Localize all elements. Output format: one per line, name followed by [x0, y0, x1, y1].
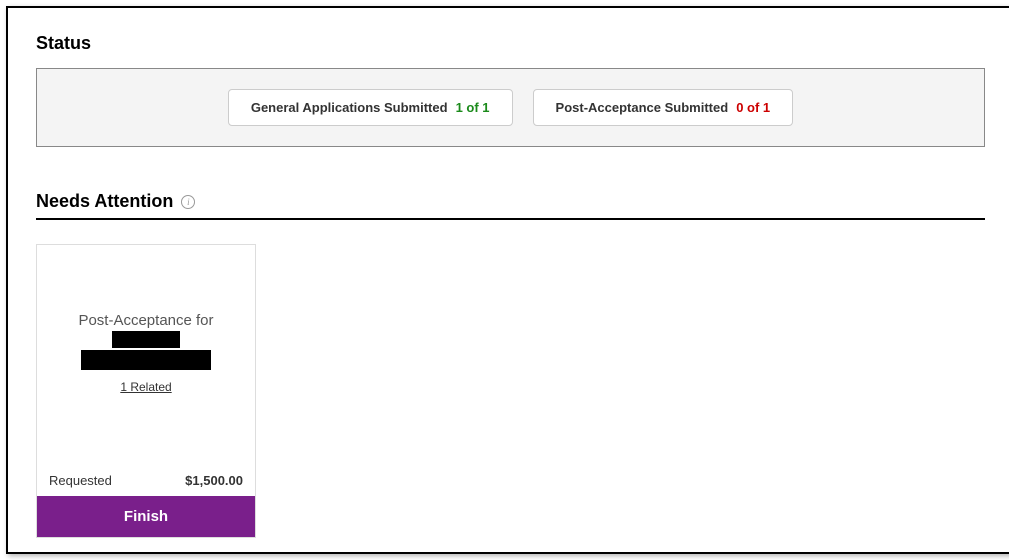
page-container: Status General Applications Submitted 1 …: [6, 6, 1009, 554]
status-pill-label: General Applications Submitted: [251, 100, 448, 115]
status-pill-post-acceptance[interactable]: Post-Acceptance Submitted 0 of 1: [533, 89, 794, 126]
needs-attention-heading: Needs Attention: [36, 191, 173, 212]
card-footer: Requested $1,500.00: [37, 463, 255, 496]
card-title-prefix: Post-Acceptance for: [78, 310, 213, 331]
redacted-text: [81, 350, 211, 370]
finish-button[interactable]: Finish: [37, 496, 255, 537]
related-link[interactable]: 1 Related: [120, 380, 171, 394]
card-body: Post-Acceptance for 1 Related: [37, 245, 255, 408]
requested-amount: $1,500.00: [185, 473, 243, 488]
requested-label: Requested: [49, 473, 112, 488]
status-pill-count: 0 of 1: [736, 100, 770, 115]
attention-card: Post-Acceptance for 1 Related Requested …: [36, 244, 256, 538]
info-icon[interactable]: i: [181, 195, 195, 209]
status-summary-box: General Applications Submitted 1 of 1 Po…: [36, 68, 985, 147]
needs-attention-header: Needs Attention i: [36, 191, 985, 220]
status-pill-label: Post-Acceptance Submitted: [556, 100, 729, 115]
card-title: Post-Acceptance for: [49, 310, 243, 370]
status-pill-count: 1 of 1: [456, 100, 490, 115]
redacted-text: [112, 331, 180, 348]
status-pill-general-applications[interactable]: General Applications Submitted 1 of 1: [228, 89, 513, 126]
status-heading: Status: [36, 33, 985, 54]
